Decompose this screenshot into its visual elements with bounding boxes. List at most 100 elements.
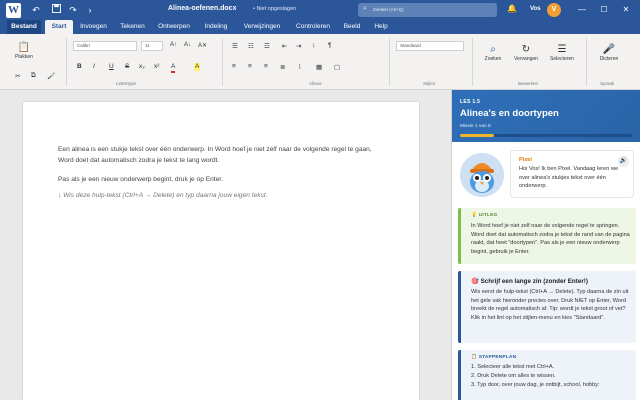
tab-tekenen[interactable]: Tekenen (116, 20, 149, 34)
underline-button[interactable]: U (109, 63, 114, 70)
ribbon-separator (222, 38, 223, 86)
search-icon: ⌕ (363, 5, 367, 12)
replace-button[interactable]: ↻ Vervangen (510, 44, 542, 62)
undo-icon[interactable]: ↶ (30, 4, 42, 16)
close-button[interactable]: ✕ (619, 4, 633, 16)
tab-invoegen[interactable]: Invoegen (76, 20, 111, 34)
align-left-icon[interactable]: ≡ (232, 63, 236, 70)
mission-progress-fill (460, 134, 495, 137)
dictate-button[interactable]: 🎤 Dicteren (594, 44, 624, 62)
shading-icon[interactable]: ▦ (316, 63, 322, 71)
tab-verwijzingen[interactable]: Verwijzingen (240, 20, 284, 34)
tab-indeling[interactable]: Indeling (200, 20, 232, 34)
paste-button[interactable]: 📋 Plakken (10, 42, 38, 60)
strikethrough-button[interactable]: S (125, 63, 129, 70)
owl-icon (460, 153, 504, 197)
align-right-icon[interactable]: ≡ (264, 63, 268, 70)
bell-icon[interactable]: 🔔 (507, 4, 517, 13)
explanation-label: 💡 UITLEG (471, 213, 498, 218)
steps-label: 📋 STAPPENPLAN (471, 355, 517, 360)
copy-icon[interactable]: ⧉ (31, 72, 36, 80)
lesson-title: Alinea's en doortypen (460, 108, 559, 119)
bullets-icon[interactable]: ☰ (232, 42, 238, 50)
group-label-voice: Spraak (600, 81, 615, 86)
font-name-field[interactable]: Calibri (73, 41, 137, 51)
tab-beeld[interactable]: Beeld (340, 20, 364, 34)
tab-ontwerpen[interactable]: Ontwerpen (155, 20, 193, 34)
assignment-text: Wis eerst de hulp-tekst (Ctrl+A → Delete… (471, 289, 629, 321)
ribbon-separator (586, 38, 587, 86)
save-status: • Niet opgeslagen (253, 6, 297, 12)
font-size-field[interactable]: 11 (141, 41, 163, 51)
clear-format-icon[interactable]: A✕ (198, 42, 207, 49)
search-box[interactable]: ⌕ Zoeken (Alt+Q) (358, 3, 497, 17)
font-color-button[interactable]: A (171, 63, 176, 73)
line-spacing-icon[interactable]: ↨ (298, 63, 301, 70)
decrease-indent-icon[interactable]: ⇤ (282, 42, 287, 50)
lesson-panel: LES 1.5 Alinea's en doortypen Missie 1 v… (451, 90, 640, 400)
explanation-card: 💡 UITLEG In Word hoef je niet zelf naar … (458, 208, 636, 264)
sort-icon[interactable]: ↕ (312, 42, 315, 49)
cut-icon[interactable]: ✂ (15, 72, 20, 80)
minimize-button[interactable]: — (575, 4, 589, 16)
format-painter-icon[interactable]: 🖌 (47, 72, 55, 80)
pixel-owl-avatar (460, 153, 504, 197)
numbering-icon[interactable]: ☷ (248, 42, 254, 50)
tab-start[interactable]: Start (45, 20, 73, 34)
italic-button[interactable]: I (93, 63, 95, 70)
group-label-styles: Stijlen (423, 81, 436, 86)
dictate-label: Dicteren (599, 56, 619, 62)
style-select[interactable]: Standaard (396, 41, 464, 51)
ribbon: 📋 Plakken ✂ ⧉ 🖌 Calibri 11 A↑ A↓ A✕ B I … (0, 34, 640, 90)
steps-card: 📋 STAPPENPLAN 1. Selecteer alle tekst me… (458, 350, 636, 400)
step-item: 2. Druk Delete om alles te wissen. (471, 373, 556, 379)
select-icon: ☰ (557, 44, 567, 55)
avatar[interactable]: V (547, 3, 561, 17)
shrink-font-icon[interactable]: A↓ (184, 42, 191, 48)
bold-button[interactable]: B (77, 63, 82, 70)
pixel-message-text: Hoi Vos! Ik ben Pixel. Vandaag leren we … (519, 166, 619, 189)
document-page[interactable]: Een alinea is een stukje tekst over één … (23, 102, 419, 400)
tab-controleren[interactable]: Controleren (292, 20, 334, 34)
clipboard-icon: 📋 (17, 42, 31, 53)
highlight-button[interactable]: A (194, 63, 201, 71)
ribbon-separator (66, 38, 67, 86)
find-label: Zoeken (484, 56, 502, 62)
document-paragraph[interactable]: Een alinea is een stukje tekst over één … (58, 144, 388, 166)
pixel-message: Pixel Hoi Vos! Ik ben Pixel. Vandaag ler… (458, 150, 635, 202)
microphone-icon: 🎤 (602, 44, 616, 55)
title-bar: W ↶ ↷ › Alinea-oefenen.docx • Niet opges… (0, 0, 640, 20)
group-label-paragraph: Alinea (309, 81, 322, 86)
maximize-button[interactable]: ☐ (597, 4, 611, 16)
find-button[interactable]: ⌕ Zoeken (479, 44, 507, 62)
lesson-number: LES 1.5 (460, 99, 481, 105)
save-icon[interactable] (50, 4, 62, 16)
ribbon-separator (389, 38, 390, 86)
superscript-button[interactable]: x² (154, 63, 159, 70)
align-center-icon[interactable]: ≡ (248, 63, 252, 70)
multilevel-list-icon[interactable]: ☲ (264, 42, 270, 50)
word-logo: W (6, 3, 21, 18)
subscript-button[interactable]: x₂ (139, 63, 145, 70)
explanation-text: In Word hoef je niet zelf naar de volgen… (471, 223, 630, 255)
document-paragraph[interactable]: Pas als je een nieuw onderwerp begint, d… (58, 174, 388, 185)
search-icon: ⌕ (490, 44, 496, 55)
speaker-icon[interactable]: 🔊 (618, 156, 629, 167)
tab-bestand[interactable]: Bestand (7, 20, 41, 34)
justify-icon[interactable]: ≣ (280, 63, 285, 71)
document-area: Een alinea is een stukje tekst over één … (0, 90, 451, 400)
quick-access-more-icon[interactable]: › (84, 4, 96, 16)
document-hint[interactable]: ↓ Wis deze hulp-tekst (Ctrl+A → Delete) … (58, 190, 388, 201)
borders-icon[interactable]: ▢ (334, 63, 340, 71)
step-item: 3. Typ door, over jouw dag, je ontbijt, … (471, 382, 600, 388)
increase-indent-icon[interactable]: ⇥ (296, 42, 301, 50)
tab-help[interactable]: Help (370, 20, 392, 34)
show-marks-icon[interactable]: ¶ (328, 42, 332, 49)
mission-counter: Missie 1 van 5 (460, 124, 491, 129)
redo-icon[interactable]: ↷ (67, 4, 79, 16)
ribbon-tabs: Bestand Start Invoegen Tekenen Ontwerpen… (0, 20, 640, 34)
grow-font-icon[interactable]: A↑ (170, 42, 177, 48)
select-label: Selecteren (550, 56, 574, 62)
select-button[interactable]: ☰ Selecteren (545, 44, 579, 62)
pixel-speech-bubble: Pixel Hoi Vos! Ik ben Pixel. Vandaag ler… (510, 150, 634, 198)
